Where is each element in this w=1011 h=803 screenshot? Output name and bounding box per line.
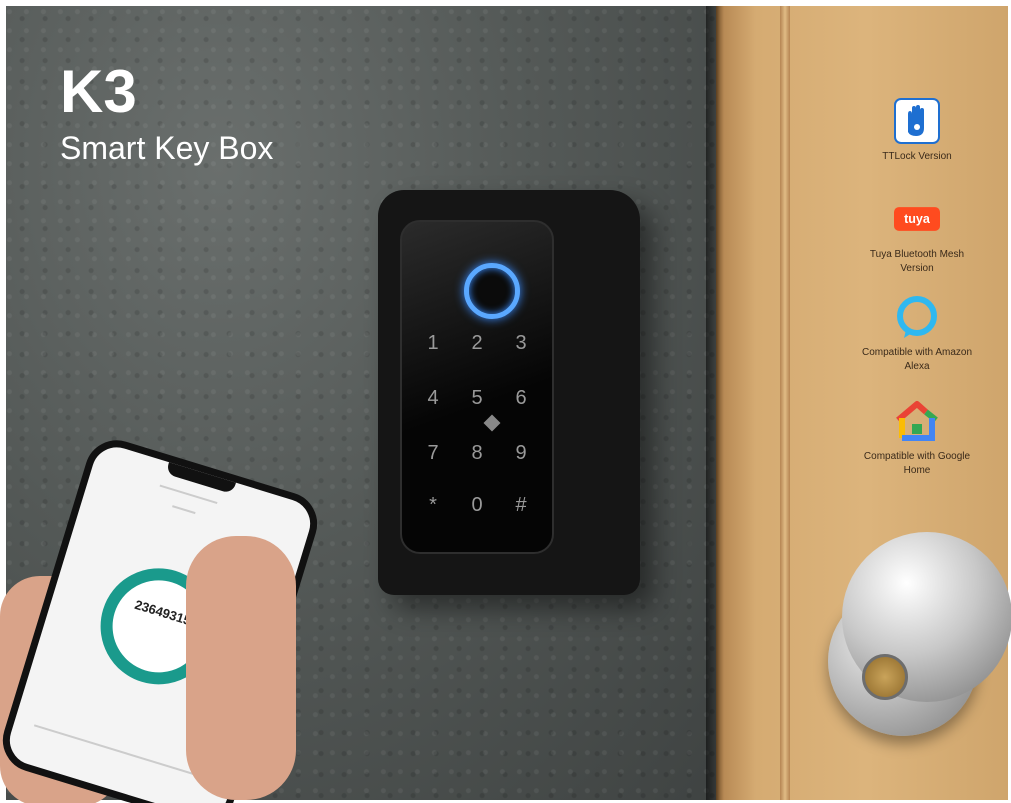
feature-ttlock: TTLock Version	[858, 98, 976, 164]
feature-google-home: Compatible with Google Home	[858, 398, 976, 478]
feature-alexa: Compatible with Amazon Alexa	[858, 294, 976, 374]
product-image: K3 Smart Key Box 1 2 3 4 5 6 7 8 9 * 0 #	[0, 0, 1011, 803]
keypad-key: 1	[427, 332, 439, 354]
card-reader-icon	[483, 414, 501, 432]
key-box-front-panel: 1 2 3 4 5 6 7 8 9 * 0 #	[400, 220, 554, 554]
keypad-key: *	[429, 494, 437, 516]
app-tabbar-line	[33, 724, 198, 776]
phone-in-hands: 23649315	[0, 432, 326, 803]
keypad-key: 4	[427, 387, 439, 409]
app-subheader-line	[172, 505, 196, 515]
feature-alexa-label: Compatible with Amazon Alexa	[861, 347, 973, 372]
keypad-key: 8	[471, 442, 483, 464]
fingerprint-sensor-icon	[464, 263, 520, 319]
keypad-key: 7	[427, 442, 439, 464]
feature-tuya: tuya Tuya Bluetooth Mesh Version	[858, 196, 976, 276]
keypad-key: 2	[471, 332, 483, 354]
ttlock-hand-icon	[894, 98, 940, 144]
alexa-ring-icon	[894, 294, 940, 340]
smart-key-box-device: 1 2 3 4 5 6 7 8 9 * 0 #	[378, 190, 640, 595]
keypad-key: #	[515, 494, 527, 516]
tuya-logo: tuya	[894, 196, 940, 242]
tuya-logo-text: tuya	[904, 212, 931, 226]
keypad-key: 9	[515, 442, 527, 464]
keypad-key: 3	[515, 332, 527, 354]
keyhole-cylinder-icon	[862, 654, 908, 700]
feature-ttlock-label: TTLock Version	[882, 151, 952, 162]
feature-google-home-label: Compatible with Google Home	[863, 451, 971, 476]
door-knob	[820, 532, 1011, 747]
door-frame-edge	[780, 6, 790, 800]
feature-tuya-label: Tuya Bluetooth Mesh Version	[869, 249, 965, 274]
keypad-key: 5	[471, 387, 483, 409]
product-model-title: K3	[60, 58, 137, 125]
app-header-line	[159, 484, 218, 505]
door-shadow	[706, 6, 720, 800]
keypad-key: 0	[471, 494, 483, 516]
product-name-subtitle: Smart Key Box	[60, 130, 274, 166]
right-hand	[186, 536, 296, 800]
keypad-key: 6	[515, 387, 527, 409]
google-home-icon	[894, 398, 940, 444]
